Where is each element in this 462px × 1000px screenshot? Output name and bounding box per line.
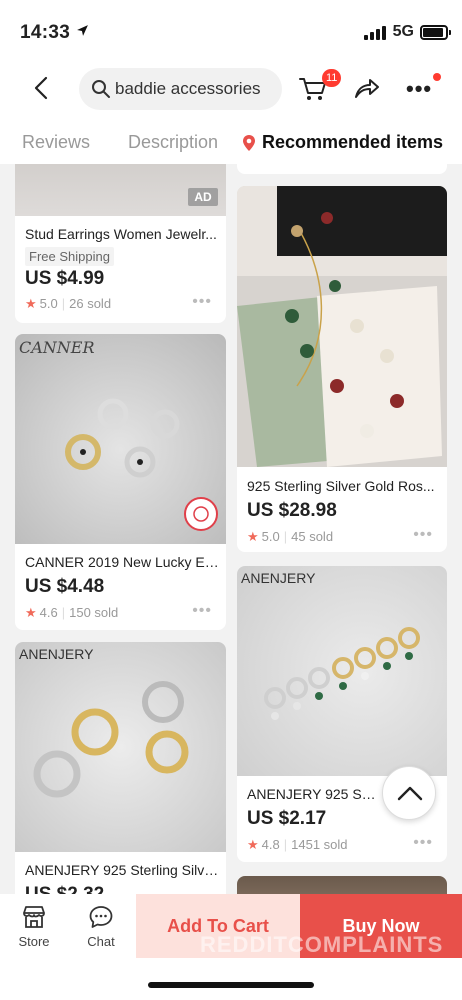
star-icon: ★ — [247, 529, 259, 544]
tab-recommended[interactable]: Recommended items — [262, 132, 443, 153]
top-header: baddie accessories 11 ••• — [0, 58, 462, 120]
product-card[interactable]: ANENJERY ANENJERY 925 Sterling Silve... … — [15, 642, 226, 894]
more-options-icon[interactable]: ••• — [192, 602, 212, 620]
star-icon: ★ — [25, 296, 37, 311]
signal-icon — [364, 26, 386, 40]
more-options-icon[interactable]: ••• — [413, 834, 433, 852]
more-options-icon[interactable]: ••• — [413, 526, 433, 544]
tab-description[interactable]: Description — [128, 132, 218, 153]
product-price: US $2.32 — [25, 884, 104, 894]
notification-dot — [433, 73, 441, 81]
product-title: CANNER 2019 New Lucky Ey... — [25, 554, 220, 570]
star-icon: ★ — [25, 605, 37, 620]
product-card[interactable] — [237, 164, 447, 174]
store-label: Store — [18, 934, 50, 949]
product-image: ANENJERY — [15, 642, 226, 852]
product-rating: ★ 5.0 | 45 sold — [247, 529, 334, 544]
more-icon[interactable]: ••• — [406, 78, 432, 100]
bottom-action-bar: Store Chat Add To Cart Buy Now REDDITCOM… — [0, 894, 462, 1000]
product-image: CANNER — [15, 334, 226, 544]
search-icon — [91, 79, 111, 99]
product-image: ANENJERY — [237, 566, 447, 776]
app-screen: 14:33 5G baddie accessories 11 ••• Revie… — [0, 0, 462, 1000]
product-price: US $4.99 — [25, 268, 105, 289]
watermark: REDDITCOMPLAINTS — [200, 932, 444, 957]
product-rating: ★ 5.0 | 26 sold — [25, 296, 112, 311]
location-pin-icon — [242, 134, 256, 152]
more-options-icon[interactable]: ••• — [192, 293, 212, 311]
tab-reviews[interactable]: Reviews — [22, 132, 90, 153]
store-icon — [9, 904, 59, 930]
product-image — [237, 186, 447, 467]
chat-button[interactable]: Chat — [76, 904, 126, 954]
product-title: Stud Earrings Women Jewelr... — [25, 226, 217, 242]
product-image — [237, 876, 447, 894]
home-indicator[interactable] — [148, 982, 314, 988]
battery-icon — [420, 25, 451, 40]
product-price: US $4.48 — [25, 576, 105, 597]
ad-badge: AD — [188, 188, 218, 206]
scroll-to-top-button[interactable] — [382, 766, 436, 820]
product-title: 925 Sterling Silver Gold Ros... — [247, 478, 435, 494]
store-button[interactable]: Store — [9, 904, 59, 954]
chevron-up-icon — [383, 786, 437, 825]
product-card[interactable] — [237, 876, 447, 894]
chat-label: Chat — [87, 934, 115, 949]
share-icon[interactable] — [352, 75, 380, 103]
status-bar: 14:33 5G — [0, 0, 462, 58]
status-time: 14:33 — [20, 22, 71, 43]
chat-icon — [76, 904, 126, 930]
search-bar[interactable]: baddie accessories — [79, 68, 282, 110]
product-title: ANENJERY 925 Sterling Silve... — [25, 862, 220, 878]
back-icon[interactable] — [28, 74, 56, 102]
detail-tabs: Reviews Description Recommended items — [0, 120, 462, 164]
product-price: US $28.98 — [247, 500, 337, 521]
product-title: ANENJERY 925 Sterling — [247, 786, 377, 802]
product-rating: ★ 4.8 | 1451 sold — [247, 837, 348, 852]
product-image: AD — [15, 164, 226, 216]
cart-count-badge: 11 — [322, 69, 342, 87]
product-card[interactable]: CANNER CANNER 2019 New Lucky Ey... US $4… — [15, 334, 226, 630]
product-card[interactable]: 925 Sterling Silver Gold Ros... US $28.9… — [237, 186, 447, 552]
star-icon: ★ — [247, 837, 259, 852]
product-card[interactable]: AD Stud Earrings Women Jewelr... Free Sh… — [15, 164, 226, 323]
free-shipping-badge: Free Shipping — [25, 247, 114, 266]
search-query: baddie accessories — [115, 79, 261, 98]
location-arrow-icon — [76, 24, 89, 40]
network-label: 5G — [392, 23, 414, 40]
product-rating: ★ 4.6 | 150 sold — [25, 605, 119, 620]
product-price: US $2.17 — [247, 808, 327, 829]
